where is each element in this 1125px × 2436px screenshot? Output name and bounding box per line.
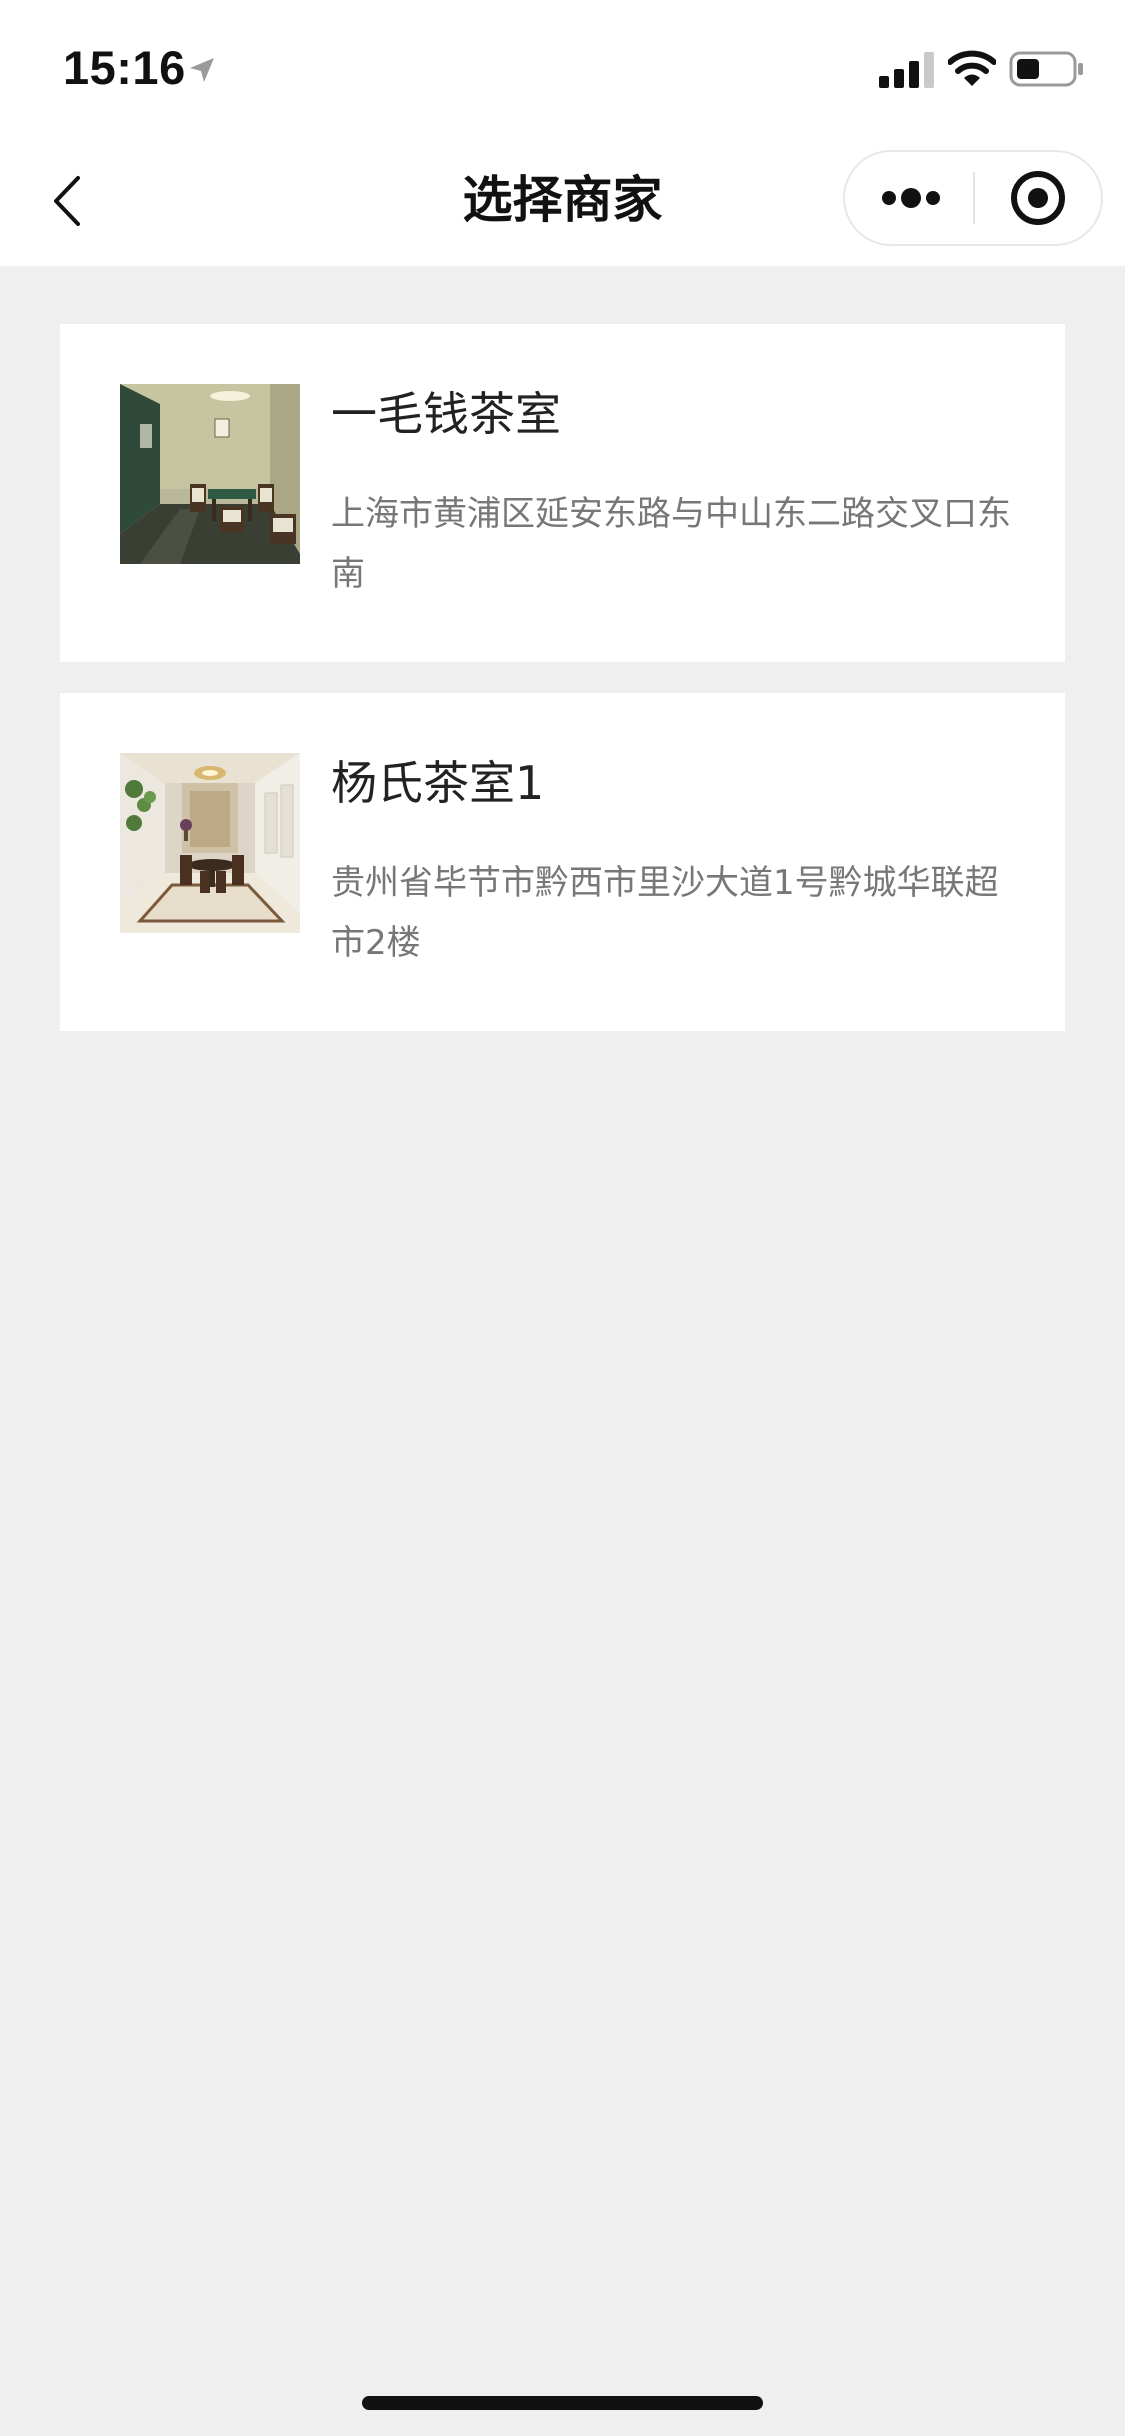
tea-room-interior-photo xyxy=(120,384,300,564)
merchant-address: 上海市黄浦区延安东路与中山东二路交叉口东南 xyxy=(331,494,1011,594)
more-button[interactable] xyxy=(845,152,973,244)
more-dots-icon xyxy=(882,188,940,208)
merchant-card[interactable]: 杨氏茶室1 贵州省毕节市黔西市里沙大道1号黔城华联超市2楼 xyxy=(60,693,1065,1031)
merchant-card[interactable]: 一毛钱茶室 上海市黄浦区延安东路与中山东二路交叉口东南 xyxy=(60,324,1065,662)
status-bar: 15:16 xyxy=(0,0,1125,135)
close-miniprogram-button[interactable] xyxy=(975,152,1101,244)
merchant-thumbnail xyxy=(120,753,300,933)
merchant-thumbnail xyxy=(120,384,300,564)
close-target-icon xyxy=(1011,171,1065,225)
home-indicator xyxy=(362,2396,763,2410)
dining-room-interior-photo xyxy=(120,753,300,933)
merchant-name: 一毛钱茶室 xyxy=(331,387,561,441)
wifi-icon xyxy=(948,50,996,86)
battery-icon xyxy=(1009,51,1083,87)
menu-capsule xyxy=(843,150,1103,246)
merchant-address: 贵州省毕节市黔西市里沙大道1号黔城华联超市2楼 xyxy=(331,863,999,963)
nav-bar: 选择商家 xyxy=(0,135,1125,266)
cellular-signal-icon xyxy=(879,52,934,88)
merchant-name: 杨氏茶室1 xyxy=(331,756,545,810)
back-button[interactable] xyxy=(36,163,98,239)
location-arrow-icon xyxy=(190,58,214,82)
merchant-list: 一毛钱茶室 上海市黄浦区延安东路与中山东二路交叉口东南 杨氏茶室1 贵州省毕节市… xyxy=(60,324,1065,1062)
status-time: 15:16 xyxy=(63,41,186,94)
back-chevron-icon xyxy=(54,176,80,226)
